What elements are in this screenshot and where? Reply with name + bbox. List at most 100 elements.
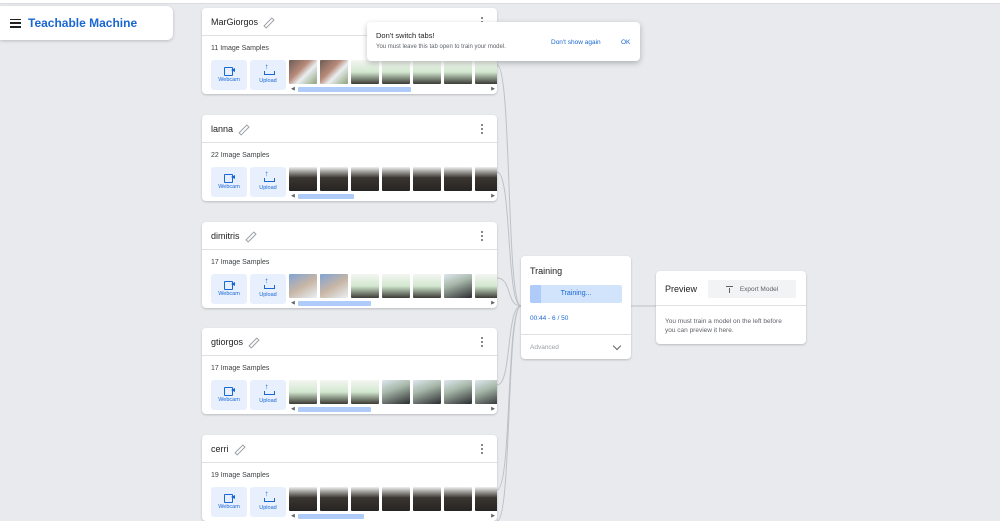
sample-thumbnail[interactable] bbox=[413, 167, 441, 191]
upload-label: Upload bbox=[259, 397, 277, 404]
class-name[interactable]: dimitris bbox=[211, 231, 240, 241]
scroll-right-icon[interactable]: ▶ bbox=[491, 407, 495, 412]
sample-thumbnail[interactable] bbox=[289, 274, 317, 298]
sample-thumbnail[interactable] bbox=[444, 380, 472, 404]
sample-thumbnail[interactable] bbox=[382, 60, 410, 84]
sample-count: 17 Image Samples bbox=[211, 365, 270, 372]
pencil-icon[interactable] bbox=[248, 337, 258, 347]
sample-scrollbar[interactable]: ◀ ▶ bbox=[291, 301, 495, 306]
sample-thumbnail[interactable] bbox=[444, 60, 472, 84]
sample-thumbnail[interactable] bbox=[475, 380, 497, 404]
sample-thumbnail[interactable] bbox=[444, 167, 472, 191]
sample-thumbnail[interactable] bbox=[320, 60, 348, 84]
scroll-thumb[interactable] bbox=[298, 87, 411, 92]
kebab-menu-icon[interactable] bbox=[481, 124, 484, 134]
connector-line bbox=[496, 305, 522, 386]
sample-thumbnail[interactable] bbox=[475, 487, 497, 511]
scroll-left-icon[interactable]: ◀ bbox=[291, 407, 295, 412]
sample-scrollbar[interactable]: ◀ ▶ bbox=[291, 194, 495, 199]
ok-button[interactable]: OK bbox=[621, 39, 630, 46]
sample-thumbnail[interactable] bbox=[289, 487, 317, 511]
class-name[interactable]: lanna bbox=[211, 124, 233, 134]
scroll-right-icon[interactable]: ▶ bbox=[491, 301, 495, 306]
sample-thumbnail[interactable] bbox=[382, 380, 410, 404]
pencil-icon[interactable] bbox=[234, 444, 244, 454]
sample-thumbnail[interactable] bbox=[320, 380, 348, 404]
sample-thumbnail[interactable] bbox=[351, 274, 379, 298]
sample-count: 11 Image Samples bbox=[211, 45, 269, 52]
connector-line bbox=[496, 277, 522, 307]
pencil-icon[interactable] bbox=[263, 17, 273, 27]
webcam-button[interactable]: Webcam bbox=[211, 167, 247, 197]
scroll-thumb[interactable] bbox=[298, 514, 364, 519]
sample-thumbnail[interactable] bbox=[351, 487, 379, 511]
scroll-left-icon[interactable]: ◀ bbox=[291, 87, 295, 92]
upload-button[interactable]: Upload bbox=[250, 167, 286, 197]
export-model-button[interactable]: Export Model bbox=[708, 280, 796, 298]
menu-icon[interactable] bbox=[10, 18, 21, 28]
sample-thumbnail[interactable] bbox=[475, 60, 497, 84]
train-button[interactable]: Training... bbox=[530, 285, 622, 303]
upload-button[interactable]: Upload bbox=[250, 380, 286, 410]
scroll-thumb[interactable] bbox=[298, 407, 371, 412]
train-button-label: Training... bbox=[560, 290, 592, 297]
sample-thumbnail[interactable] bbox=[413, 380, 441, 404]
scroll-left-icon[interactable]: ◀ bbox=[291, 194, 295, 199]
webcam-icon bbox=[223, 281, 235, 290]
sample-scrollbar[interactable]: ◀ ▶ bbox=[291, 87, 495, 92]
scroll-left-icon[interactable]: ◀ bbox=[291, 514, 295, 519]
kebab-menu-icon[interactable] bbox=[481, 444, 484, 454]
sample-scrollbar[interactable]: ◀ ▶ bbox=[291, 514, 495, 519]
kebab-menu-icon[interactable] bbox=[481, 231, 484, 241]
pencil-icon[interactable] bbox=[238, 124, 248, 134]
sample-thumbnail[interactable] bbox=[351, 167, 379, 191]
scroll-left-icon[interactable]: ◀ bbox=[291, 301, 295, 306]
sample-strip bbox=[289, 487, 497, 513]
upload-button[interactable]: Upload bbox=[250, 274, 286, 304]
dont-show-again-button[interactable]: Don't show again bbox=[551, 39, 601, 46]
scroll-thumb[interactable] bbox=[298, 301, 371, 306]
sample-thumbnail[interactable] bbox=[320, 167, 348, 191]
webcam-button[interactable]: Webcam bbox=[211, 274, 247, 304]
sample-thumbnail[interactable] bbox=[320, 274, 348, 298]
pencil-icon[interactable] bbox=[245, 231, 255, 241]
sample-thumbnail[interactable] bbox=[289, 380, 317, 404]
toast-message: You must leave this tab open to train yo… bbox=[376, 44, 506, 50]
scroll-thumb[interactable] bbox=[298, 194, 354, 199]
scroll-right-icon[interactable]: ▶ bbox=[491, 194, 495, 199]
webcam-button[interactable]: Webcam bbox=[211, 60, 247, 90]
class-name[interactable]: MarGiorgos bbox=[211, 17, 258, 27]
sample-thumbnail[interactable] bbox=[444, 487, 472, 511]
sample-thumbnail[interactable] bbox=[413, 274, 441, 298]
scroll-right-icon[interactable]: ▶ bbox=[491, 87, 495, 92]
sample-thumbnail[interactable] bbox=[444, 274, 472, 298]
sample-thumbnail[interactable] bbox=[382, 274, 410, 298]
sample-strip bbox=[289, 274, 497, 300]
sample-scrollbar[interactable]: ◀ ▶ bbox=[291, 407, 495, 412]
webcam-button[interactable]: Webcam bbox=[211, 380, 247, 410]
sample-thumbnail[interactable] bbox=[413, 60, 441, 84]
upload-button[interactable]: Upload bbox=[250, 60, 286, 90]
sample-thumbnail[interactable] bbox=[351, 60, 379, 84]
training-panel: Training Training... 00:44 - 6 / 50 Adva… bbox=[521, 256, 631, 359]
upload-button[interactable]: Upload bbox=[250, 487, 286, 517]
webcam-button[interactable]: Webcam bbox=[211, 487, 247, 517]
preview-title: Preview bbox=[665, 284, 698, 294]
class-name[interactable]: cerri bbox=[211, 444, 229, 454]
sample-thumbnail[interactable] bbox=[475, 274, 497, 298]
sample-thumbnail[interactable] bbox=[351, 380, 379, 404]
connector-lines bbox=[496, 64, 656, 521]
sample-count: 17 Image Samples bbox=[211, 259, 270, 266]
sample-thumbnail[interactable] bbox=[289, 60, 317, 84]
sample-thumbnail[interactable] bbox=[413, 487, 441, 511]
sample-thumbnail[interactable] bbox=[289, 167, 317, 191]
scroll-right-icon[interactable]: ▶ bbox=[491, 514, 495, 519]
sample-thumbnail[interactable] bbox=[382, 487, 410, 511]
class-name[interactable]: gtiorgos bbox=[211, 337, 243, 347]
sample-thumbnail[interactable] bbox=[475, 167, 497, 191]
kebab-menu-icon[interactable] bbox=[481, 337, 484, 347]
sample-thumbnail[interactable] bbox=[382, 167, 410, 191]
advanced-toggle[interactable]: Advanced bbox=[521, 334, 631, 359]
class-card-header: gtiorgos bbox=[202, 328, 497, 356]
sample-thumbnail[interactable] bbox=[320, 487, 348, 511]
